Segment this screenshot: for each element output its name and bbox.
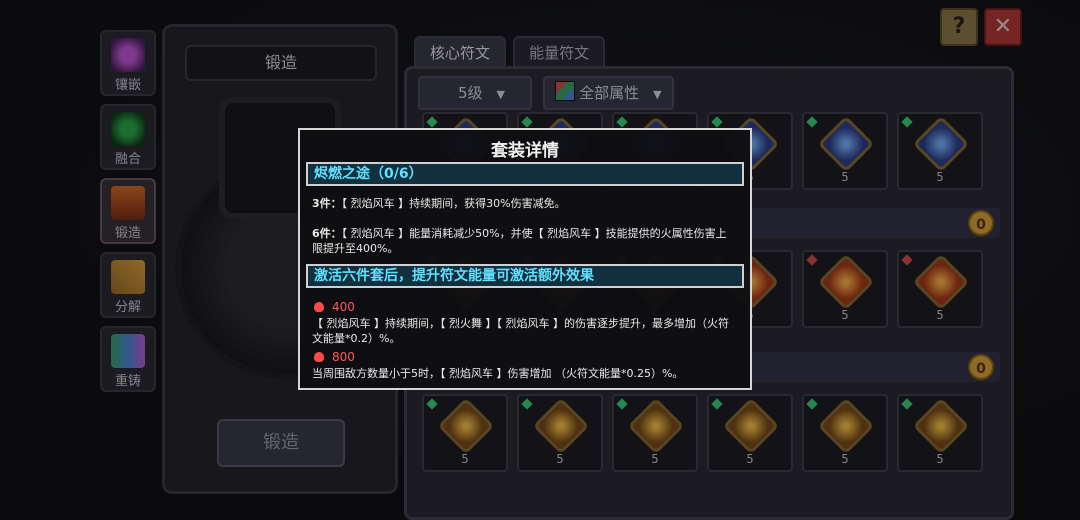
bonus-6-text: 【 烈焰风车 】能量消耗减少50%，并使【 烈焰风车 】技能提供的火属性伤害上限… <box>312 227 727 255</box>
bonus-6-count: 6件： <box>312 227 342 240</box>
threshold-400: 400 <box>314 300 355 314</box>
bonus-3-text: 【 烈焰风车 】持续期间，获得30%伤害减免。 <box>341 197 566 210</box>
threshold-800: 800 <box>314 350 355 364</box>
set-name: 烬燃之途（0/6） <box>306 162 744 186</box>
extra-effect-400: 【 烈焰风车 】持续期间，【 烈火舞 】【 烈焰风车 】的伤害逐步提升，最多增加… <box>312 317 729 345</box>
set-details-popup: 套装详情 烬燃之途（0/6） 3件：【 烈焰风车 】持续期间，获得30%伤害减免… <box>298 128 752 390</box>
extra-effects-header: 激活六件套后，提升符文能量可激活额外效果 <box>306 264 744 288</box>
bonus-3-count: 3件： <box>312 197 342 210</box>
extra-effect-800: 当周围敌方数量小于5时，【 烈焰风车 】伤害增加 （火符文能量*0.25）%。 <box>312 367 684 380</box>
fire-icon <box>314 302 324 312</box>
fire-icon <box>314 352 324 362</box>
bonus-6-piece: 6件：【 烈焰风车 】能量消耗减少50%，并使【 烈焰风车 】技能提供的火属性伤… <box>312 226 736 256</box>
threshold-value: 400 <box>332 300 355 314</box>
threshold-value: 800 <box>332 350 355 364</box>
bonus-3-piece: 3件：【 烈焰风车 】持续期间，获得30%伤害减免。 <box>312 196 736 211</box>
popup-title: 套装详情 <box>491 141 559 161</box>
